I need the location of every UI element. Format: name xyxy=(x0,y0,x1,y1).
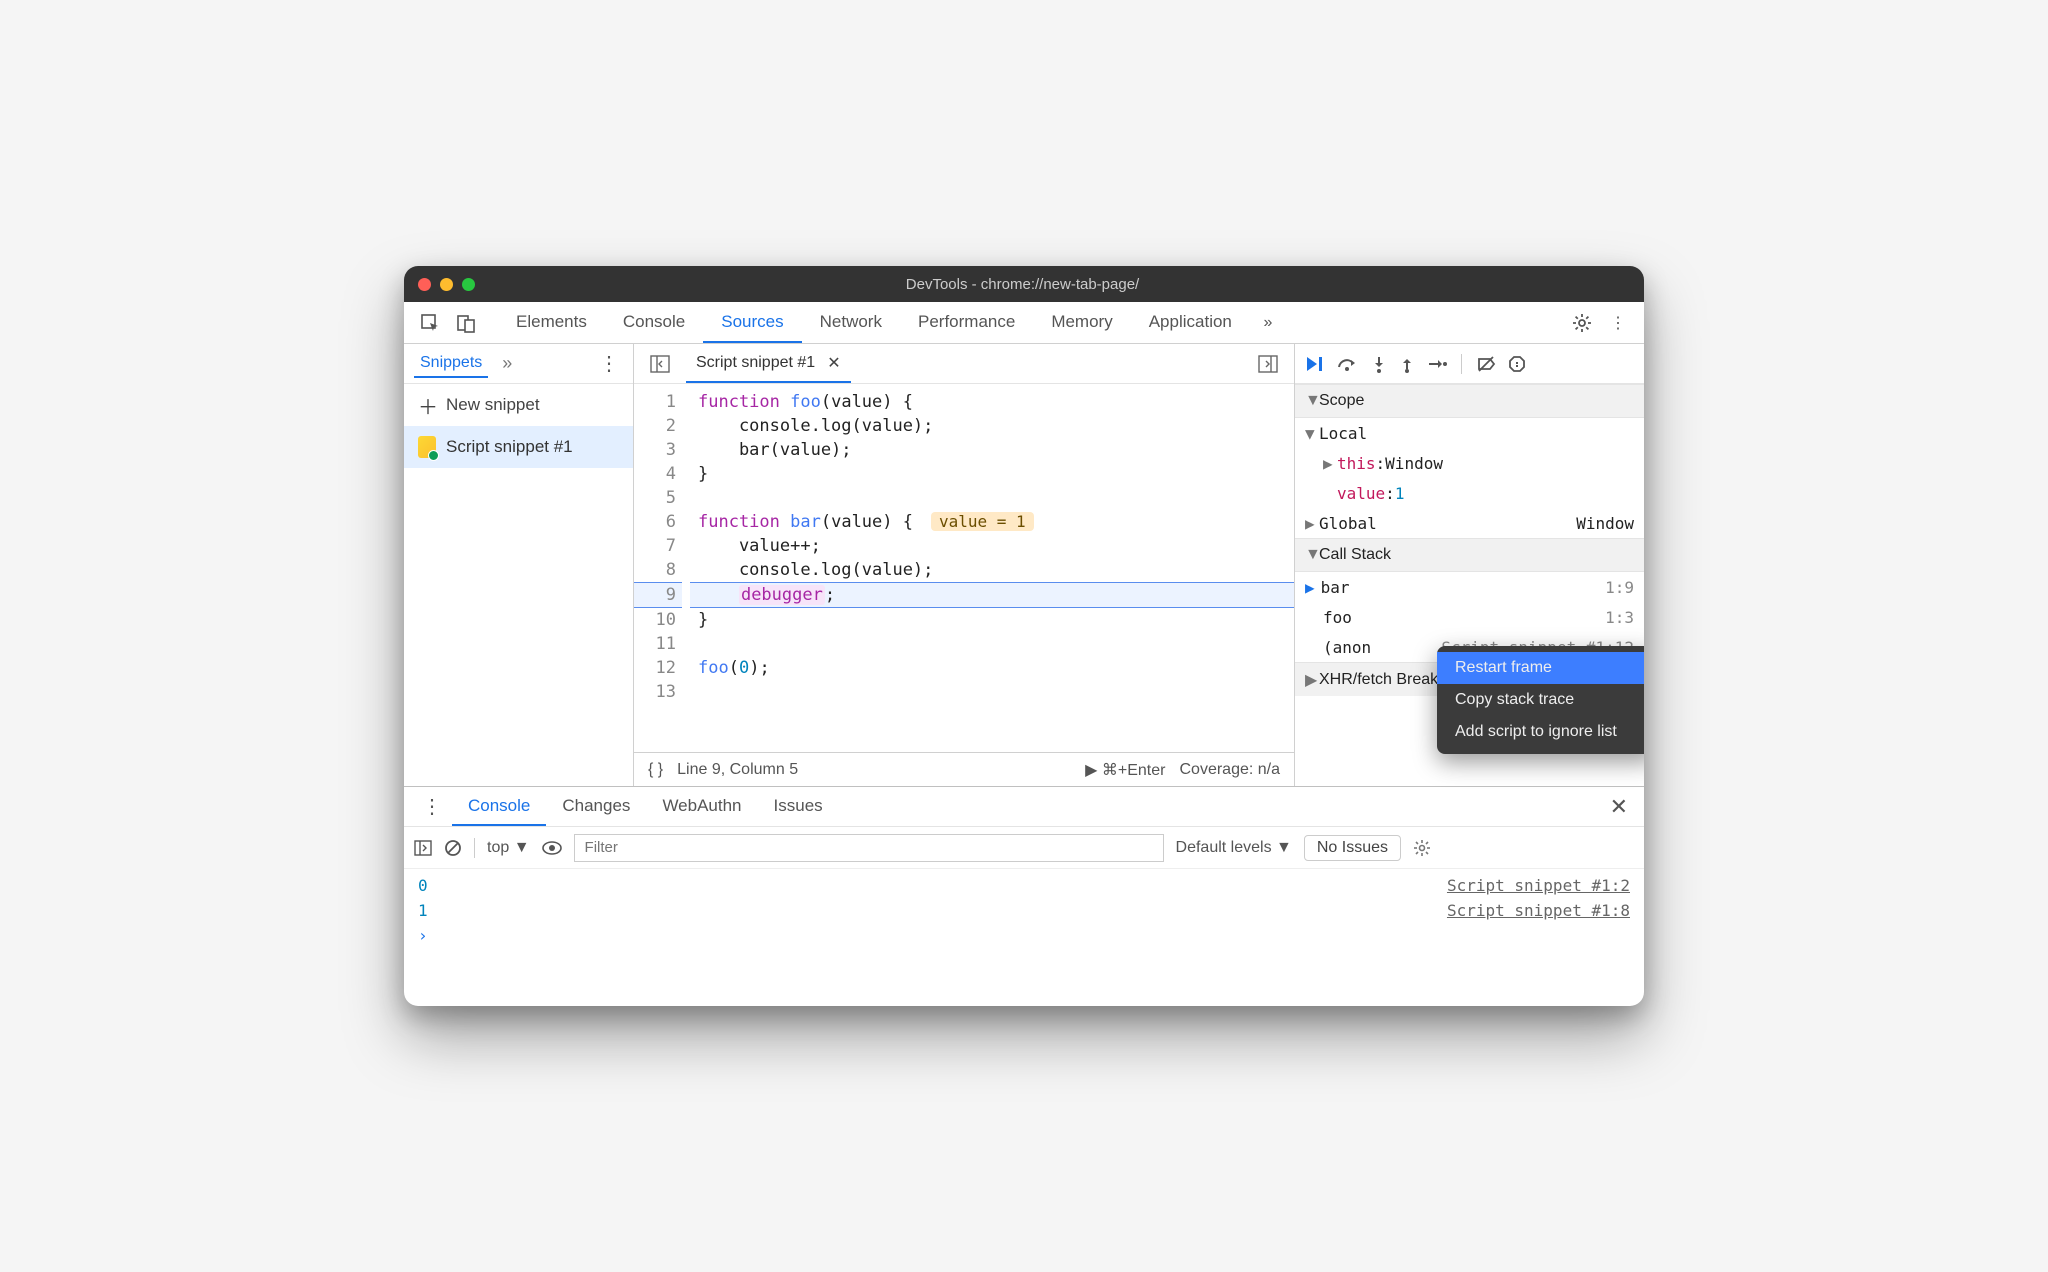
tab-application[interactable]: Application xyxy=(1131,302,1250,343)
tab-performance[interactable]: Performance xyxy=(900,302,1033,343)
callstack-frame-1[interactable]: ▶bar1:9 xyxy=(1295,572,1644,602)
window-close[interactable] xyxy=(418,278,431,291)
current-frame-icon: ▶ xyxy=(1305,578,1315,597)
coverage-label: Coverage: n/a xyxy=(1179,761,1280,779)
scope-local[interactable]: ▼Local xyxy=(1295,418,1644,448)
scope-this[interactable]: ▶this: Window xyxy=(1295,448,1644,478)
live-expression-icon[interactable] xyxy=(542,841,562,855)
console-context-select[interactable]: top ▼ xyxy=(487,839,530,857)
step-into-icon[interactable] xyxy=(1371,355,1387,373)
console-prompt[interactable]: › xyxy=(418,923,1630,948)
console-sidebar-icon[interactable] xyxy=(414,840,432,856)
pause-on-exceptions-icon[interactable] xyxy=(1508,355,1526,373)
devtools-window: DevTools - chrome://new-tab-page/ Elemen… xyxy=(404,266,1644,1006)
console-levels-select[interactable]: Default levels ▼ xyxy=(1176,839,1292,857)
new-snippet-button[interactable]: ＋ New snippet xyxy=(404,384,633,426)
step-icon[interactable] xyxy=(1427,355,1447,373)
ctx-ignore-list[interactable]: Add script to ignore list xyxy=(1437,716,1644,748)
plus-icon: ＋ xyxy=(418,391,438,420)
console-drawer: ⋮ Console Changes WebAuthn Issues ✕ top … xyxy=(404,786,1644,1006)
source-code[interactable]: function foo(value) { console.log(value)… xyxy=(690,384,1294,752)
kebab-menu-icon[interactable]: ⋮ xyxy=(1600,313,1636,333)
resume-icon[interactable] xyxy=(1305,355,1325,373)
ctx-copy-stack[interactable]: Copy stack trace xyxy=(1437,684,1644,716)
device-toggle-icon[interactable] xyxy=(448,313,484,333)
console-filter-input[interactable] xyxy=(574,834,1164,862)
callstack-header[interactable]: ▼Call Stack xyxy=(1295,538,1644,572)
titlebar: DevTools - chrome://new-tab-page/ xyxy=(404,266,1644,302)
navigator-pane: Snippets » ⋮ ＋ New snippet Script snippe… xyxy=(404,344,634,786)
no-issues-button[interactable]: No Issues xyxy=(1304,835,1401,861)
format-icon[interactable]: { } xyxy=(648,761,663,779)
snippet-item[interactable]: Script snippet #1 xyxy=(404,426,633,468)
close-tab-icon[interactable]: ✕ xyxy=(827,353,840,373)
nav-more-icon[interactable]: ⋮ xyxy=(589,351,629,376)
step-over-icon[interactable] xyxy=(1337,355,1359,373)
deactivate-breakpoints-icon[interactable] xyxy=(1476,355,1496,373)
step-out-icon[interactable] xyxy=(1399,355,1415,373)
window-title: DevTools - chrome://new-tab-page/ xyxy=(475,276,1570,293)
window-minimize[interactable] xyxy=(440,278,453,291)
log-row[interactable]: 0Script snippet #1:2 xyxy=(418,873,1630,898)
tab-console[interactable]: Console xyxy=(605,302,703,343)
log-row[interactable]: 1Script snippet #1:8 xyxy=(418,898,1630,923)
main-tabbar: Elements Console Sources Network Perform… xyxy=(404,302,1644,344)
scope-header[interactable]: ▼Scope xyxy=(1295,384,1644,418)
inspect-icon[interactable] xyxy=(412,313,448,333)
tab-network[interactable]: Network xyxy=(802,302,900,343)
line-gutter[interactable]: 12345678910111213 xyxy=(634,384,690,752)
tab-elements[interactable]: Elements xyxy=(498,302,605,343)
run-button[interactable]: ▶ ⌘+Enter xyxy=(1085,760,1165,780)
inline-value-hint: value = 1 xyxy=(931,512,1034,531)
context-menu: Restart frame Copy stack trace Add scrip… xyxy=(1437,646,1644,754)
cursor-position: Line 9, Column 5 xyxy=(677,761,798,779)
editor-tab[interactable]: Script snippet #1 ✕ xyxy=(686,344,851,383)
console-clear-icon[interactable] xyxy=(444,839,462,857)
tab-memory[interactable]: Memory xyxy=(1033,302,1130,343)
settings-icon[interactable] xyxy=(1564,313,1600,333)
drawer-tab-changes[interactable]: Changes xyxy=(546,787,646,826)
drawer-tab-webauthn[interactable]: WebAuthn xyxy=(646,787,757,826)
toggle-nav-icon[interactable] xyxy=(644,355,676,373)
drawer-menu-icon[interactable]: ⋮ xyxy=(412,794,452,819)
scope-value: value: 1 xyxy=(1295,478,1644,508)
window-zoom[interactable] xyxy=(462,278,475,291)
tab-sources[interactable]: Sources xyxy=(703,302,801,343)
snippets-tab[interactable]: Snippets xyxy=(414,350,488,378)
nav-expand-icon[interactable]: » xyxy=(502,353,512,374)
drawer-tab-console[interactable]: Console xyxy=(452,787,546,826)
console-settings-icon[interactable] xyxy=(1413,839,1431,857)
drawer-tab-issues[interactable]: Issues xyxy=(758,787,839,826)
snippet-file-icon xyxy=(418,436,436,458)
more-tabs-icon[interactable]: » xyxy=(1250,314,1286,332)
ctx-restart-frame[interactable]: Restart frame xyxy=(1437,652,1644,684)
editor-statusbar: { } Line 9, Column 5 ▶ ⌘+Enter Coverage:… xyxy=(634,752,1294,786)
drawer-close-icon[interactable]: ✕ xyxy=(1602,794,1636,820)
editor-pane: Script snippet #1 ✕ 12345678910111213 fu… xyxy=(634,344,1294,786)
callstack-frame-2[interactable]: foo1:3 xyxy=(1295,602,1644,632)
toggle-debug-icon[interactable] xyxy=(1252,355,1284,373)
scope-global[interactable]: ▶GlobalWindow xyxy=(1295,508,1644,538)
